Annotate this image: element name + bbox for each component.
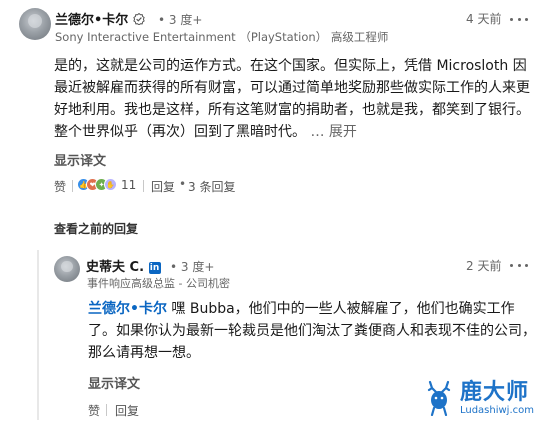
watermark: 鹿大师 Ludashiwj.com	[422, 380, 534, 416]
reply-button[interactable]: 回复	[115, 402, 139, 419]
load-previous-replies[interactable]: 查看之前的回复	[54, 220, 138, 237]
linkedin-icon: in	[148, 262, 161, 274]
ellipsis: …	[310, 124, 325, 140]
expand-link[interactable]: 展开	[329, 124, 357, 140]
like-button[interactable]: 赞	[54, 178, 66, 195]
reaction-count[interactable]: 11	[121, 178, 136, 192]
reply-count[interactable]: 3 条回复	[188, 178, 235, 195]
comment-text: 是的，这就是公司的运作方式。在这个国家。但实际上，凭借 Microsloth 因…	[54, 58, 530, 140]
deer-logo-icon	[427, 380, 451, 416]
comment-time: 2 天前	[466, 259, 502, 273]
divider	[106, 404, 107, 416]
comment-author[interactable]: 史蒂夫 C. in	[86, 256, 161, 275]
watermark-url: Ludashiwj.com	[459, 404, 534, 416]
thread-line	[37, 250, 39, 420]
watermark-brand: 鹿大师	[459, 379, 529, 405]
connection-degree: • 3 度+	[170, 260, 215, 274]
connection-degree: • 3 度+	[158, 13, 203, 27]
mention-link[interactable]: 兰德尔•卡尔	[88, 301, 167, 317]
comment-author[interactable]: 兰德尔•卡尔	[55, 9, 145, 28]
support-icon: ✋	[104, 178, 117, 191]
divider	[143, 180, 144, 192]
more-options-icon[interactable]	[510, 11, 528, 27]
reactions[interactable]: 👍 ❤ ✦ ✋	[77, 177, 119, 192]
reply-button[interactable]: 回复	[151, 178, 175, 195]
reply-text: 兰德尔•卡尔 嘿 Bubba，他们中的一些人被解雇了，他们也确实工作了。如果你认…	[88, 301, 536, 361]
reply-dot: •	[179, 177, 187, 191]
show-translation-button[interactable]: 显示译文	[54, 150, 106, 169]
verified-icon	[133, 13, 145, 25]
comment-time: 4 天前	[466, 12, 502, 26]
avatar[interactable]	[54, 256, 80, 282]
divider	[72, 180, 73, 192]
author-headline: 事件响应高级总监 - 公司机密	[87, 277, 230, 290]
like-button[interactable]: 赞	[88, 402, 100, 419]
more-options-icon[interactable]	[510, 257, 528, 273]
avatar[interactable]	[19, 8, 51, 40]
author-headline: Sony Interactive Entertainment （PlayStat…	[55, 30, 389, 44]
show-translation-button[interactable]: 显示译文	[88, 373, 140, 392]
